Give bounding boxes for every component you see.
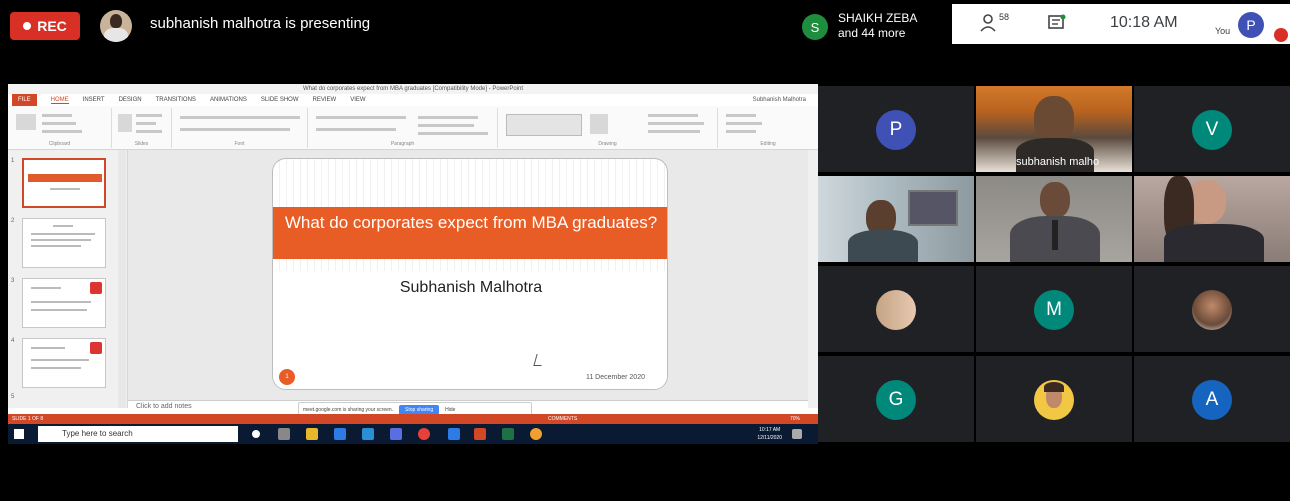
ribbon-group-editing[interactable]: Editing — [718, 108, 818, 148]
tab-view[interactable]: VIEW — [350, 97, 365, 103]
meet-window: REC subhanish malhotra is presenting S S… — [0, 0, 1290, 501]
share-banner-text: meet.google.com is sharing your screen. — [303, 407, 394, 413]
slide-count-status: SLIDE 1 OF 8 — [12, 416, 44, 422]
other-participant-more: and 44 more — [838, 26, 906, 40]
tab-review[interactable]: REVIEW — [313, 97, 337, 103]
slide-thumbnail-4[interactable] — [22, 338, 106, 388]
participant-avatar-m: M — [1034, 290, 1074, 330]
participant-cartoon-avatar — [1034, 380, 1074, 420]
tab-file[interactable]: FILE — [12, 94, 37, 106]
meeting-clock: 10:18 AM — [1110, 14, 1178, 31]
participant-tile-12[interactable]: A — [1134, 356, 1290, 442]
hide-banner-button[interactable]: Hide — [445, 407, 455, 413]
thumbnail-scrollbar[interactable] — [118, 150, 126, 408]
participant-video — [1040, 182, 1070, 218]
participant-avatar-g: G — [876, 380, 916, 420]
participant-count: 58 — [999, 12, 1010, 22]
participant-avatar-p: P — [876, 110, 916, 150]
ribbon: Clipboard Slides Font Paragraph Drawing … — [8, 106, 818, 150]
task-view-icon[interactable] — [278, 428, 290, 440]
comments-button[interactable]: COMMENTS — [548, 414, 577, 424]
windows-taskbar: Type here to search 10:17 AM 12/11/2020 — [8, 424, 818, 444]
slide-thumbnail-2[interactable] — [22, 218, 106, 268]
windows-start-icon[interactable] — [14, 429, 24, 439]
chrome-icon[interactable] — [418, 428, 430, 440]
other-participant-name: SHAIKH ZEBA — [838, 11, 918, 25]
participant-tile-8[interactable]: M — [976, 266, 1132, 352]
canvas-scrollbar[interactable] — [808, 150, 818, 408]
slide-thumbnails-pane[interactable]: 1 2 3 4 5 — [8, 150, 128, 408]
ribbon-group-paragraph[interactable]: Paragraph — [308, 108, 498, 148]
excel-icon[interactable] — [502, 428, 514, 440]
ribbon-tabs: FILE HOME INSERT DESIGN TRANSITIONS ANIM… — [8, 94, 818, 106]
presenting-text: subhanish malhotra is presenting — [150, 15, 371, 32]
notifications-icon[interactable] — [792, 429, 802, 439]
participant-photo-avatar — [876, 290, 916, 330]
ribbon-group-font[interactable]: Font — [172, 108, 308, 148]
powerpoint-icon[interactable] — [474, 428, 486, 440]
participant-tile-7[interactable] — [818, 266, 974, 352]
zoom-level[interactable]: 70% — [790, 414, 800, 424]
participant-tile-4[interactable] — [818, 176, 974, 262]
participant-name-tag: subhanish malho — [1016, 156, 1100, 168]
participant-tile-6[interactable] — [1134, 176, 1290, 262]
chat-icon[interactable] — [1048, 14, 1066, 32]
tab-animations[interactable]: ANIMATIONS — [210, 97, 247, 103]
record-dot-icon — [23, 22, 32, 30]
cortana-icon[interactable] — [252, 430, 260, 438]
status-bar: SLIDE 1 OF 8 COMMENTS 70% — [8, 414, 818, 424]
tab-insert[interactable]: INSERT — [83, 97, 105, 103]
ribbon-group-drawing[interactable]: Drawing — [498, 108, 718, 148]
edge-icon[interactable] — [334, 428, 346, 440]
participant-photo-avatar — [1192, 290, 1232, 330]
store-icon[interactable] — [362, 428, 374, 440]
slide-thumbnail-3[interactable] — [22, 278, 106, 328]
slide-title: What do corporates expect from MBA gradu… — [273, 207, 667, 259]
slide-author: Subhanish Malhotra — [399, 279, 543, 296]
teams-icon[interactable] — [390, 428, 402, 440]
recording-badge[interactable]: REC — [10, 12, 80, 40]
participant-tile-presenter[interactable]: subhanish malho — [976, 86, 1132, 172]
presenter-avatar — [100, 10, 132, 42]
participant-tile-5[interactable] — [976, 176, 1132, 262]
other-participants[interactable]: SHAIKH ZEBA and 44 more — [838, 11, 917, 41]
tab-design[interactable]: DESIGN — [119, 97, 142, 103]
slide-date: 11 December 2020 — [585, 374, 645, 381]
participant-tile-9[interactable] — [1134, 266, 1290, 352]
taskbar-search-input[interactable]: Type here to search — [38, 426, 238, 442]
slide-number-badge: 1 — [279, 369, 295, 385]
participant-avatar-s: S — [802, 14, 828, 40]
ie-icon[interactable] — [448, 428, 460, 440]
powerpoint-title-bar: What do corporates expect from MBA gradu… — [8, 84, 818, 94]
you-avatar[interactable]: P — [1238, 12, 1264, 38]
rec-label: REC — [37, 18, 67, 34]
participant-avatar-a: A — [1192, 380, 1232, 420]
file-explorer-icon[interactable] — [306, 428, 318, 440]
tab-slide-show[interactable]: SLIDE SHOW — [261, 97, 299, 103]
ribbon-group-slides[interactable]: Slides — [112, 108, 172, 148]
mic-off-icon — [1274, 28, 1288, 42]
taskbar-clock[interactable]: 10:17 AM 12/11/2020 — [757, 426, 782, 442]
participant-tile-11[interactable] — [976, 356, 1132, 442]
slide-thumbnail-1[interactable] — [22, 158, 106, 208]
participant-tile-3[interactable]: V — [1134, 86, 1290, 172]
current-slide[interactable]: What do corporates expect from MBA gradu… — [272, 158, 668, 390]
ribbon-group-clipboard[interactable]: Clipboard — [8, 108, 112, 148]
you-label: You — [1215, 26, 1231, 36]
tab-transitions[interactable]: TRANSITIONS — [156, 97, 196, 103]
participant-tile-1[interactable]: P — [818, 86, 974, 172]
participant-video — [1034, 96, 1074, 142]
pp-user-name[interactable]: Subhanish Malhotra — [753, 94, 806, 106]
tab-home[interactable]: HOME — [50, 97, 69, 104]
participant-avatar-v: V — [1192, 110, 1232, 150]
chrome-2-icon[interactable] — [530, 428, 542, 440]
shared-screen: What do corporates expect from MBA gradu… — [8, 84, 818, 444]
participant-tile-10[interactable]: G — [818, 356, 974, 442]
top-bar: REC subhanish malhotra is presenting S S… — [0, 0, 1290, 44]
